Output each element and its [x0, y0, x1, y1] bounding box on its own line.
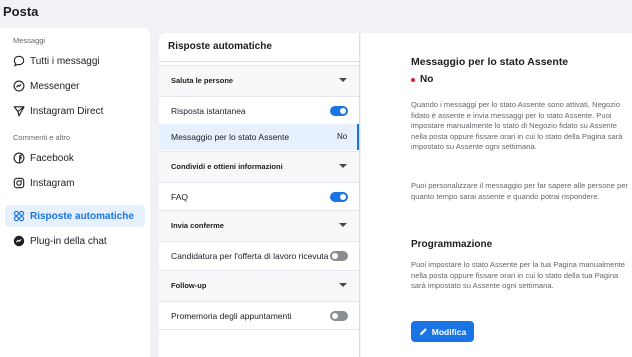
reply-label: Messaggio per lo stato Assente	[171, 132, 290, 142]
pencil-icon	[419, 327, 428, 336]
toggle-knob	[332, 253, 338, 259]
section-title: Saluta le persone	[171, 76, 234, 85]
reply-row-away-message[interactable]: Messaggio per lo stato Assente No	[159, 124, 359, 150]
divider	[159, 61, 359, 62]
section-title: Follow-up	[171, 281, 207, 290]
chat-bubble-icon	[12, 55, 25, 68]
chevron-down-icon	[339, 283, 347, 287]
description-paragraph: Quando i messaggi per lo stato Assente s…	[411, 100, 623, 152]
sidebar-item-label: Instagram	[30, 177, 75, 189]
sidebar-item-facebook[interactable]: Facebook	[5, 147, 145, 169]
schedule-title: Programmazione	[411, 239, 493, 250]
toggle-knob	[332, 313, 338, 319]
sidebar-item-chat-plugin[interactable]: Plug-in della chat	[5, 230, 145, 252]
messenger-icon	[12, 80, 25, 93]
page-header: Posta	[0, 0, 632, 26]
sidebar: Messaggi Tutti i messaggi Messenger Inst…	[0, 28, 150, 357]
detail-panel: Messaggio per lo stato Assente No Quando…	[361, 33, 632, 357]
reply-label: FAQ	[171, 192, 189, 202]
reply-label: Candidatura per l'offerta di lavoro rice…	[171, 251, 329, 261]
divider	[159, 329, 359, 330]
section-title: Invia conferme	[171, 221, 224, 230]
sidebar-section-comments: Commenti e altro	[13, 133, 71, 142]
status-line: No	[411, 74, 433, 85]
reply-row-faq[interactable]: FAQ	[159, 184, 359, 210]
sidebar-item-messenger[interactable]: Messenger	[5, 75, 145, 97]
faq-toggle[interactable]	[330, 192, 348, 202]
detail-title: Messaggio per lo stato Assente	[411, 56, 569, 68]
facebook-icon	[12, 152, 25, 165]
sidebar-item-automatic-replies[interactable]: Risposte automatiche	[5, 205, 145, 227]
sidebar-item-label: Facebook	[30, 152, 74, 164]
sidebar-item-label: Risposte automatiche	[30, 210, 134, 222]
toggle-knob	[340, 108, 346, 114]
appointment-reminder-toggle[interactable]	[330, 311, 348, 321]
page-title: Posta	[3, 4, 39, 19]
section-send-confirmations[interactable]: Invia conferme	[159, 210, 359, 242]
gear-cluster-icon	[12, 210, 25, 223]
chevron-down-icon	[339, 78, 347, 82]
instant-reply-toggle[interactable]	[330, 106, 348, 116]
section-follow-up[interactable]: Follow-up	[159, 270, 359, 302]
schedule-paragraph: Puoi impostare lo stato Assente per la t…	[411, 260, 626, 291]
customize-paragraph: Puoi personalizzare il messaggio per far…	[411, 181, 628, 201]
automatic-replies-list: Risposte automatiche Saluta le persone R…	[159, 33, 360, 357]
sidebar-item-instagram[interactable]: Instagram	[5, 172, 145, 194]
section-share-info[interactable]: Condividi e ottieni informazioni	[159, 151, 359, 183]
sidebar-item-label: Instagram Direct	[30, 105, 104, 117]
job-application-toggle[interactable]	[330, 251, 348, 261]
edit-button[interactable]: Modifica	[411, 321, 474, 342]
section-greet-people[interactable]: Saluta le persone	[159, 65, 359, 97]
sidebar-section-messages: Messaggi	[13, 36, 46, 45]
edit-button-label: Modifica	[431, 326, 467, 337]
sidebar-item-label: Tutti i messaggi	[30, 55, 100, 67]
paper-plane-icon	[12, 105, 25, 118]
toggle-knob	[340, 194, 346, 200]
status-dot	[411, 77, 415, 82]
instagram-icon	[12, 177, 25, 190]
section-title: Condividi e ottieni informazioni	[171, 162, 283, 171]
chevron-down-icon	[339, 164, 347, 168]
reply-label: Promemoria degli appuntamenti	[171, 311, 292, 321]
sidebar-item-label: Messenger	[30, 80, 80, 92]
away-status-value: No	[337, 132, 348, 141]
reply-row-job-application[interactable]: Candidatura per l'offerta di lavoro rice…	[159, 243, 359, 269]
status-text: No	[420, 74, 434, 85]
panel-title: Risposte automatiche	[168, 41, 272, 52]
chevron-down-icon	[339, 223, 347, 227]
messenger-icon	[12, 235, 25, 248]
reply-row-appointment-reminder[interactable]: Promemoria degli appuntamenti	[159, 303, 359, 329]
sidebar-item-label: Plug-in della chat	[30, 235, 107, 247]
sidebar-item-instagram-direct[interactable]: Instagram Direct	[5, 100, 145, 122]
reply-row-instant-reply[interactable]: Risposta istantanea	[159, 98, 359, 124]
reply-label: Risposta istantanea	[171, 106, 246, 116]
sidebar-item-all-messages[interactable]: Tutti i messaggi	[5, 50, 145, 72]
